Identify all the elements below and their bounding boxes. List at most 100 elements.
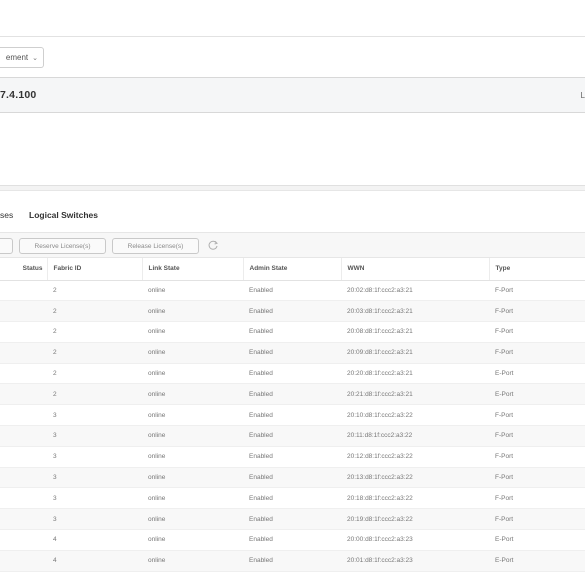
wwn-cell: 20:03:d8:1f:ccc2:a3:21: [341, 300, 489, 323]
management-dropdown[interactable]: ement ⌄: [0, 47, 44, 68]
wwn-cell: 20:08:d8:1f:ccc2:a3:21: [341, 321, 489, 343]
type-cell: F-Port: [489, 508, 585, 531]
status-cell: [0, 529, 47, 551]
device-header-bar: 7.4.100 L: [0, 77, 585, 113]
admin-state-cell: Enabled: [243, 383, 341, 406]
fabric-id-cell: 3: [47, 508, 142, 531]
fabric-id-cell: 2: [47, 342, 142, 364]
reserve-licenses-button[interactable]: Reserve License(s): [19, 238, 106, 254]
type-cell: F-Port: [489, 321, 585, 343]
type-cell: F-Port: [489, 487, 585, 510]
tab-logical-switches[interactable]: Logical Switches: [29, 210, 98, 220]
status-cell: [0, 467, 47, 489]
link-state-cell: online: [142, 383, 243, 406]
admin-state-cell: Enabled: [243, 550, 341, 572]
column-header-type[interactable]: Type: [488, 258, 585, 281]
column-header-status[interactable]: Status: [0, 258, 47, 281]
type-cell: F-Port: [489, 280, 585, 302]
toolbar-button[interactable]: [0, 238, 13, 254]
column-header-fabric-id[interactable]: Fabric ID: [46, 258, 142, 281]
release-licenses-button[interactable]: Release License(s): [112, 238, 199, 254]
admin-state-cell: Enabled: [243, 467, 341, 489]
admin-state-cell: Enabled: [243, 425, 341, 447]
table-row[interactable]: 4 online Enabled 20:01:d8:1f:ccc2:a3:23 E-Po…: [0, 550, 585, 572]
wwn-cell: 20:01:d8:1f:ccc2:a3:23: [341, 550, 489, 572]
column-header-admin-state[interactable]: Admin State: [242, 258, 341, 281]
fabric-id-cell: 4: [47, 550, 142, 572]
wwn-cell: 20:20:d8:1f:ccc2:a3:21: [341, 363, 489, 385]
type-cell: F-Port: [489, 425, 585, 447]
type-cell: F-Port: [489, 342, 585, 364]
status-cell: [0, 300, 47, 323]
table-row[interactable]: 3 online Enabled 20:12:d8:1f:ccc2:a3:22 F-Po…: [0, 446, 585, 468]
fabric-id-cell: 2: [47, 383, 142, 406]
link-state-cell: online: [142, 363, 243, 385]
table-header-row: Status Fabric ID Link State Admin State …: [0, 258, 585, 281]
admin-state-cell: Enabled: [243, 529, 341, 551]
admin-state-cell: Enabled: [243, 487, 341, 510]
table-row[interactable]: 2 online Enabled 20:02:d8:1f:ccc2:a3:21 F-Po…: [0, 280, 585, 302]
table-row[interactable]: 2 online Enabled 20:09:d8:1f:ccc2:a3:21 F-Po…: [0, 342, 585, 364]
table-row[interactable]: 3 online Enabled 20:13:d8:1f:ccc2:a3:22 F-Po…: [0, 467, 585, 489]
type-cell: F-Port: [489, 404, 585, 427]
admin-state-cell: Enabled: [243, 300, 341, 323]
tab-licenses[interactable]: ses: [0, 210, 13, 220]
table-toolbar: Reserve License(s) Release License(s): [0, 232, 585, 258]
fabric-id-cell: 3: [47, 487, 142, 510]
admin-state-cell: Enabled: [243, 446, 341, 468]
chevron-down-icon: ⌄: [32, 54, 38, 62]
status-cell: [0, 404, 47, 427]
fabric-id-cell: 4: [47, 529, 142, 551]
wwn-cell: 20:18:d8:1f:ccc2:a3:22: [341, 487, 489, 510]
status-cell: [0, 487, 47, 510]
wwn-cell: 20:02:d8:1f:ccc2:a3:21: [341, 280, 489, 302]
admin-state-cell: Enabled: [243, 321, 341, 343]
admin-state-cell: Enabled: [243, 342, 341, 364]
table-row[interactable]: 3 online Enabled 20:10:d8:1f:ccc2:a3:22 F-Po…: [0, 404, 585, 427]
ports-table: Status Fabric ID Link State Admin State …: [0, 258, 585, 572]
section-separator: [0, 186, 585, 191]
table-row[interactable]: 3 online Enabled 20:19:d8:1f:ccc2:a3:22 F-Po…: [0, 508, 585, 531]
wwn-cell: 20:12:d8:1f:ccc2:a3:22: [341, 446, 489, 468]
type-cell: E-Port: [489, 363, 585, 385]
table-row[interactable]: 4 online Enabled 20:00:d8:1f:ccc2:a3:23 E-Po…: [0, 529, 585, 551]
fabric-id-cell: 3: [47, 467, 142, 489]
table-row[interactable]: 2 online Enabled 20:08:d8:1f:ccc2:a3:21 F-Po…: [0, 321, 585, 343]
fabric-id-cell: 2: [47, 363, 142, 385]
link-state-cell: online: [142, 321, 243, 343]
column-header-wwn[interactable]: WWN: [340, 258, 489, 281]
link-state-cell: online: [142, 425, 243, 447]
type-cell: E-Port: [489, 383, 585, 406]
top-divider: [0, 36, 585, 37]
table-row[interactable]: 3 online Enabled 20:18:d8:1f:ccc2:a3:22 F-Po…: [0, 487, 585, 510]
admin-state-cell: Enabled: [243, 508, 341, 531]
wwn-cell: 20:13:d8:1f:ccc2:a3:22: [341, 467, 489, 489]
admin-state-cell: Enabled: [243, 363, 341, 385]
status-cell: [0, 508, 47, 531]
link-state-cell: online: [142, 280, 243, 302]
link-state-cell: online: [142, 529, 243, 551]
link-state-cell: online: [142, 300, 243, 323]
table-row[interactable]: 2 online Enabled 20:03:d8:1f:ccc2:a3:21 F-Po…: [0, 300, 585, 323]
device-header-corner-text: L: [580, 91, 585, 100]
status-cell: [0, 425, 47, 447]
admin-state-cell: Enabled: [243, 280, 341, 302]
table-row[interactable]: 2 online Enabled 20:21:d8:1f:ccc2:a3:21 E-Po…: [0, 383, 585, 406]
table-row[interactable]: 2 online Enabled 20:20:d8:1f:ccc2:a3:21 E-Po…: [0, 363, 585, 385]
link-state-cell: online: [142, 404, 243, 427]
status-cell: [0, 280, 47, 302]
link-state-cell: online: [142, 446, 243, 468]
fabric-id-cell: 3: [47, 404, 142, 427]
fabric-id-cell: 3: [47, 446, 142, 468]
wwn-cell: 20:21:d8:1f:ccc2:a3:21: [341, 383, 489, 406]
table-row[interactable]: 3 online Enabled 20:11:d8:1f:ccc2:a3:22 F-Po…: [0, 425, 585, 447]
wwn-cell: 20:00:d8:1f:ccc2:a3:23: [341, 529, 489, 551]
admin-state-cell: Enabled: [243, 404, 341, 427]
refresh-icon[interactable]: [207, 239, 219, 251]
column-header-link-state[interactable]: Link State: [141, 258, 243, 281]
fabric-id-cell: 2: [47, 300, 142, 323]
type-cell: F-Port: [489, 446, 585, 468]
management-dropdown-label: ement: [5, 53, 29, 62]
type-cell: F-Port: [489, 300, 585, 323]
fabric-id-cell: 2: [47, 280, 142, 302]
